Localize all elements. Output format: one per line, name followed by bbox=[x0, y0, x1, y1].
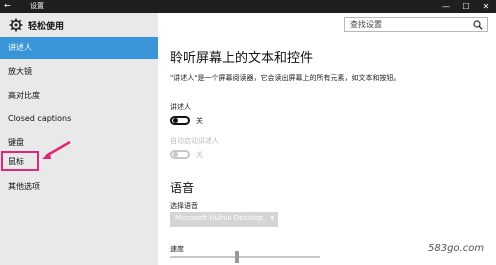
search-icon[interactable] bbox=[473, 20, 483, 30]
watermark: 583go.com bbox=[428, 243, 485, 254]
narrator-state: 关 bbox=[196, 117, 203, 125]
annotation-arrow-icon bbox=[42, 140, 71, 159]
title-bar: ← 设置 — ☐ ✕ bbox=[0, 0, 496, 13]
sidebar-item-other-options[interactable]: 其他选项 bbox=[0, 176, 158, 198]
search-placeholder: 查找设置 bbox=[350, 20, 382, 29]
maximize-button[interactable]: ☐ bbox=[456, 0, 476, 13]
autostart-state: 关 bbox=[196, 151, 203, 159]
toggle-knob bbox=[173, 118, 178, 123]
sidebar-item-label: 讲述人 bbox=[8, 43, 32, 52]
page-title: 轻松使用 bbox=[28, 22, 65, 32]
back-button[interactable]: ← bbox=[4, 1, 11, 11]
gear-icon bbox=[9, 18, 23, 32]
autostart-label: 自动启动讲述人 bbox=[170, 137, 219, 145]
sidebar-header: 轻松使用 bbox=[0, 13, 158, 37]
main-content: 聆听屏幕上的文本和控件 "讲述人"是一个屏幕阅读器，它会读出屏幕上的所有元素，如… bbox=[158, 37, 496, 265]
toggle-knob bbox=[173, 152, 178, 157]
sidebar-item-label: Closed captions bbox=[8, 114, 72, 123]
narrator-toggle[interactable] bbox=[170, 116, 190, 125]
chevron-down-icon: ▾ bbox=[270, 214, 274, 222]
sidebar-item-closed-captions[interactable]: Closed captions bbox=[0, 108, 158, 130]
annotation-highlight-box bbox=[1, 151, 39, 171]
narrator-description: "讲述人"是一个屏幕阅读器，它会读出屏幕上的所有元素，如文本和按钮。 bbox=[170, 74, 401, 82]
close-button[interactable]: ✕ bbox=[476, 0, 496, 13]
section-heading: 聆听屏幕上的文本和控件 bbox=[170, 51, 314, 66]
sidebar-item-label: 其他选项 bbox=[8, 182, 40, 191]
search-input[interactable]: 查找设置 bbox=[344, 17, 488, 32]
sidebar-item-magnifier[interactable]: 放大镜 bbox=[0, 61, 158, 83]
minimize-button[interactable]: — bbox=[436, 0, 456, 13]
sidebar-item-narrator[interactable]: 讲述人 bbox=[0, 37, 158, 59]
speed-label: 速度 bbox=[170, 245, 184, 253]
narrator-label: 讲述人 bbox=[170, 103, 191, 111]
voice-select-label: 选择语音 bbox=[170, 202, 198, 210]
window-title: 设置 bbox=[30, 2, 44, 10]
voice-heading: 语音 bbox=[170, 181, 195, 195]
voice-dropdown[interactable]: Microsoft Huihui Desktop ▾ bbox=[170, 212, 278, 227]
autostart-toggle[interactable] bbox=[170, 150, 190, 159]
sidebar-item-high-contrast[interactable]: 高对比度 bbox=[0, 85, 158, 107]
voice-dropdown-value: Microsoft Huihui Desktop bbox=[175, 214, 263, 222]
sidebar-item-label: 高对比度 bbox=[8, 91, 40, 100]
speed-slider-track[interactable] bbox=[170, 256, 320, 258]
speed-slider-thumb[interactable] bbox=[235, 251, 239, 263]
sidebar-item-label: 放大镜 bbox=[8, 67, 32, 76]
